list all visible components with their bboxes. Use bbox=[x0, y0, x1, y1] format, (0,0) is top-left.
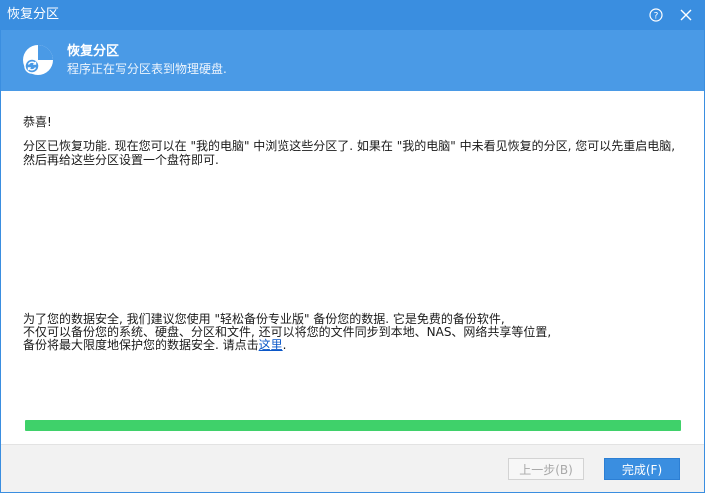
backup-suggestion: 为了您的数据安全, 我们建议您使用 "轻松备份专业版" 备份您的数据. 它是免费… bbox=[23, 313, 683, 352]
congrats-text: 恭喜! bbox=[23, 115, 52, 129]
progress-bar bbox=[25, 420, 681, 431]
backup-suggestion-line-3-end: . bbox=[282, 338, 287, 352]
svg-text:?: ? bbox=[654, 12, 659, 22]
help-button[interactable]: ? bbox=[645, 5, 667, 25]
partition-recovery-icon bbox=[23, 45, 53, 75]
previous-button[interactable]: 上一步(B) bbox=[508, 458, 584, 480]
title-bar[interactable]: 恢复分区 ? bbox=[1, 1, 704, 30]
here-link[interactable]: 这里 bbox=[259, 338, 283, 352]
window-title: 恢复分区 bbox=[7, 7, 60, 22]
progress-bar-fill bbox=[25, 420, 681, 431]
close-icon bbox=[680, 9, 692, 21]
content-area: 恭喜! 分区已恢复功能. 现在您可以在 "我的电脑" 中浏览这些分区了. 如果在… bbox=[1, 91, 704, 431]
result-message: 分区已恢复功能. 现在您可以在 "我的电脑" 中浏览这些分区了. 如果在 "我的… bbox=[23, 139, 676, 167]
backup-suggestion-line-3: 备份将最大限度地保护您的数据安全. 请点击这里. bbox=[23, 339, 683, 352]
header-banner: 恢复分区 程序正在写分区表到物理硬盘. bbox=[1, 30, 704, 91]
help-circle-icon: ? bbox=[649, 8, 663, 22]
finish-button[interactable]: 完成(F) bbox=[604, 458, 680, 480]
close-button[interactable] bbox=[675, 5, 697, 25]
backup-suggestion-line-3-text: 备份将最大限度地保护您的数据安全. 请点击 bbox=[23, 338, 259, 352]
banner-title: 恢复分区 bbox=[67, 44, 120, 59]
dialog-footer: 上一步(B) 完成(F) bbox=[1, 445, 704, 492]
recover-partition-dialog: 恢复分区 ? 恢复分区 程序正在写分区表到物理硬盘. 恭喜! 分区已恢复功能. … bbox=[0, 0, 705, 493]
banner-subtitle: 程序正在写分区表到物理硬盘. bbox=[67, 62, 227, 76]
